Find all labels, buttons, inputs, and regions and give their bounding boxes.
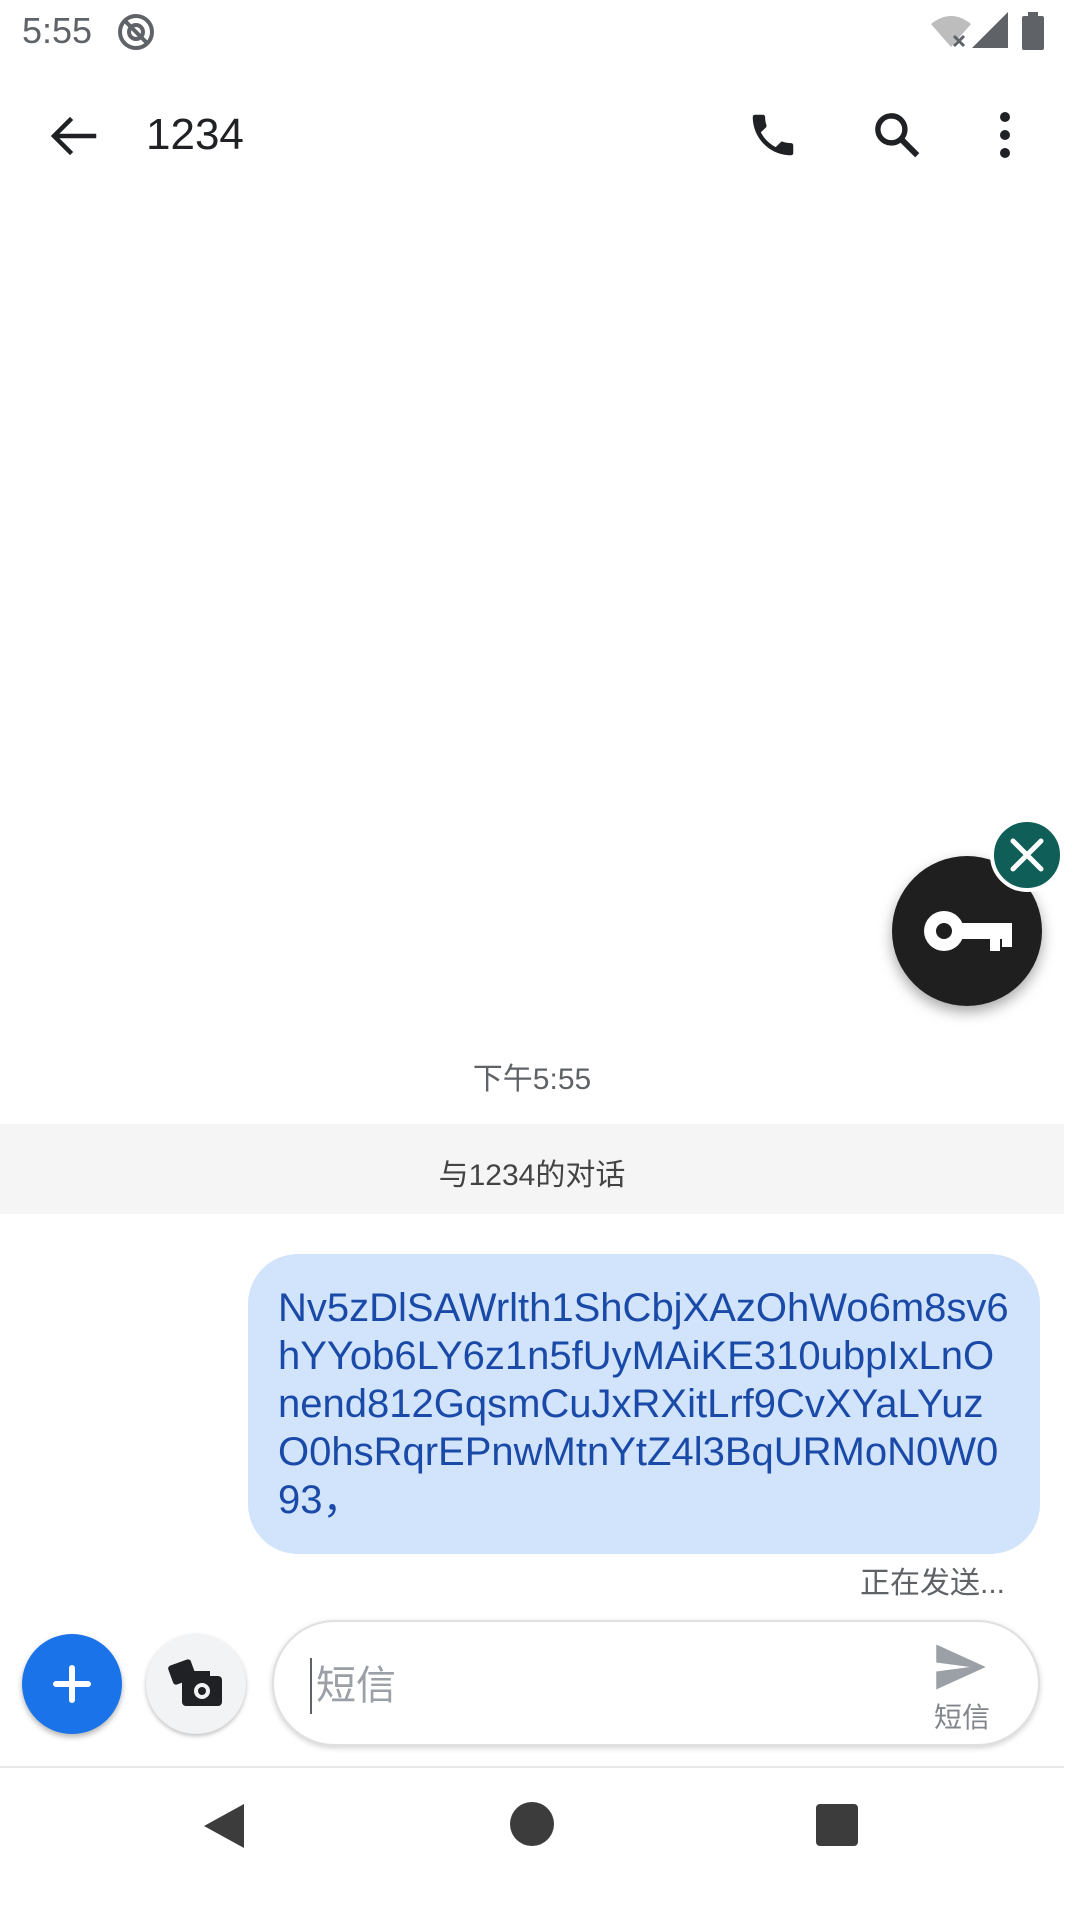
nav-recents-icon[interactable] [816, 1804, 858, 1846]
message-text: Nv5zDlSAWrlth1ShCbjXAzOhWo6m8sv6hYYob6LY… [278, 1286, 1009, 1522]
sent-message-bubble[interactable]: Nv5zDlSAWrlth1ShCbjXAzOhWo6m8sv6hYYob6LY… [248, 1254, 1040, 1554]
conversation-header-bar: 与1234的对话 [0, 1124, 1064, 1214]
message-timestamp: 下午5:55 [472, 1063, 592, 1096]
signal-icon [972, 12, 1008, 48]
compose-box: 短信 [272, 1620, 1040, 1746]
nav-back-icon[interactable] [200, 1800, 248, 1852]
search-icon[interactable] [870, 108, 924, 162]
conversation-header-text: 与1234的对话 [438, 1159, 626, 1192]
back-arrow-icon[interactable] [46, 110, 98, 162]
dnd-icon [118, 14, 154, 50]
send-label[interactable]: 短信 [922, 1696, 1002, 1736]
more-options-icon[interactable] [988, 108, 1022, 162]
message-input[interactable] [310, 1658, 878, 1714]
close-bubble-button[interactable] [990, 818, 1064, 892]
nav-divider [0, 1766, 1064, 1768]
wifi-off-icon [931, 16, 971, 48]
status-time: 5:55 [22, 10, 93, 51]
camera-gallery-button[interactable] [146, 1634, 246, 1734]
phone-call-icon[interactable] [746, 108, 800, 162]
plus-icon [53, 1665, 91, 1703]
message-status: 正在发送... [860, 1567, 1006, 1600]
close-icon [1010, 838, 1044, 872]
add-attachment-button[interactable] [22, 1634, 122, 1734]
camera-gallery-icon [168, 1659, 222, 1706]
conversation-title: 1234 [146, 110, 244, 159]
nav-home-icon[interactable] [510, 1802, 554, 1846]
battery-icon [1022, 12, 1044, 50]
send-icon[interactable] [934, 1644, 988, 1690]
